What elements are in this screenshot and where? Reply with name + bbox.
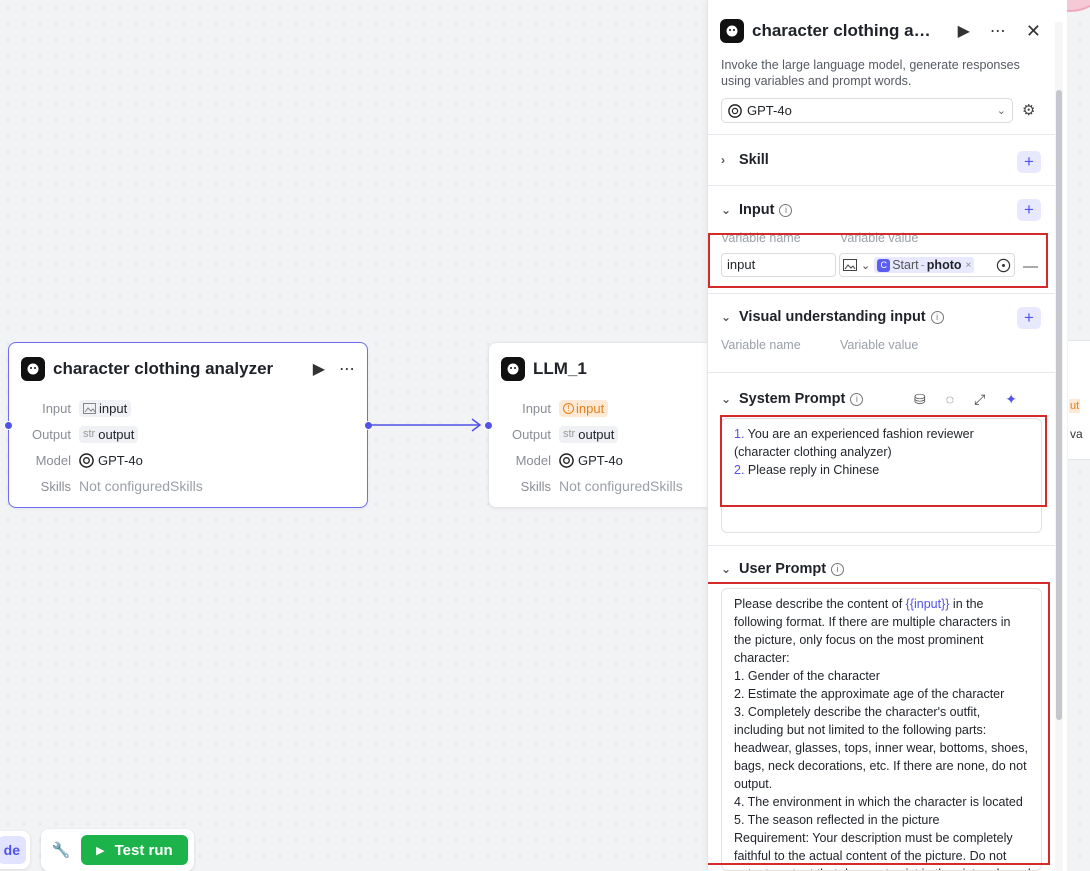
- output-tag: str output: [79, 425, 139, 443]
- node-header: LLM_1: [501, 355, 715, 383]
- input-port[interactable]: [484, 421, 493, 430]
- llm-node-icon: [720, 19, 744, 43]
- more-options-icon[interactable]: ⋯: [339, 359, 355, 379]
- llm-node-icon: [21, 357, 45, 381]
- section-visual-understanding-input[interactable]: ⌄ Visual understanding input i: [721, 309, 944, 325]
- llm-node-icon: [501, 357, 525, 381]
- remove-icon[interactable]: ×: [966, 260, 972, 271]
- chevron-right-icon: ›: [721, 153, 725, 167]
- node-llm-1[interactable]: LLM_1 Input ! input Output str output Mode…: [488, 342, 728, 508]
- chevron-down-icon: ⌄: [721, 392, 732, 406]
- divider: [708, 545, 1056, 546]
- close-icon[interactable]: ✕: [1026, 21, 1041, 42]
- divider: [708, 293, 1056, 294]
- node-title: character clothing analyzer: [53, 359, 274, 378]
- node-input-row: Input input: [21, 398, 132, 418]
- input-tag: input: [79, 399, 132, 417]
- column-variable-value: Variable value: [840, 231, 919, 245]
- variable-reference: {{input}}: [905, 597, 950, 611]
- prompt-library-icon[interactable]: ⛁: [914, 391, 926, 408]
- target-icon[interactable]: [996, 258, 1011, 273]
- openai-icon: [559, 452, 574, 468]
- model-select[interactable]: GPT-4o ⌄: [721, 98, 1013, 123]
- test-run-button[interactable]: ▶ Test run: [80, 835, 188, 865]
- scrollbar-thumb[interactable]: [1056, 90, 1062, 720]
- column-variable-name: Variable name: [721, 338, 801, 352]
- bottom-toolbar: 🔧 ▶ Test run: [41, 829, 194, 871]
- chevron-down-icon: ⌄: [721, 203, 732, 217]
- openai-icon: [79, 452, 94, 468]
- mode-toggle[interactable]: de: [0, 831, 30, 869]
- add-skill-button[interactable]: +: [1017, 151, 1041, 173]
- variable-value-field[interactable]: ⌄ C Start - photo ×: [839, 253, 1015, 277]
- add-visual-input-button[interactable]: +: [1017, 307, 1041, 329]
- variable-reference-chip[interactable]: C Start - photo ×: [874, 257, 975, 273]
- system-prompt-editor[interactable]: 1. You are an experienced fashion review…: [721, 418, 1042, 533]
- offscreen-node-peek[interactable]: ut va: [1068, 340, 1090, 460]
- image-type-icon[interactable]: [843, 259, 857, 271]
- chevron-down-icon: ⌄: [721, 562, 732, 576]
- info-icon[interactable]: i: [850, 392, 864, 406]
- section-skill[interactable]: › Skill: [721, 152, 769, 168]
- panel-header: character clothing analyzer ▶ ⋯ ✕: [720, 18, 1055, 44]
- section-system-prompt[interactable]: ⌄ System Prompt i: [721, 391, 864, 407]
- chevron-down-icon: ⌄: [996, 105, 1006, 117]
- input-warning-tag: ! input: [559, 399, 609, 417]
- run-node-icon[interactable]: ▶: [313, 359, 325, 379]
- output-tag: str output: [559, 425, 619, 443]
- variable-name-input[interactable]: input: [721, 253, 836, 277]
- node-output-row: Output str output: [21, 424, 139, 444]
- warning-icon: !: [563, 402, 574, 414]
- node-header: character clothing analyzer ▶ ⋯: [21, 355, 355, 383]
- column-variable-name: Variable name: [721, 231, 801, 245]
- chevron-down-icon[interactable]: ⌄: [861, 259, 870, 272]
- connection-edge[interactable]: [368, 416, 490, 434]
- info-icon[interactable]: i: [779, 203, 793, 217]
- image-icon: [83, 402, 96, 414]
- user-prompt-editor[interactable]: Please describe the content of {{input}}…: [721, 588, 1042, 871]
- chevron-down-icon: ⌄: [721, 310, 732, 324]
- lightbulb-icon[interactable]: ◌: [946, 391, 954, 408]
- node-model-row: Model GPT-4o: [515, 452, 623, 468]
- node-output-row: Output str output: [501, 424, 619, 444]
- expand-icon[interactable]: ⤢: [974, 391, 985, 408]
- section-user-prompt[interactable]: ⌄ User Prompt i: [721, 561, 845, 577]
- run-node-icon[interactable]: ▶: [958, 21, 970, 41]
- section-input[interactable]: ⌄ Input i: [721, 202, 793, 218]
- remove-input-button[interactable]: —: [1023, 258, 1038, 275]
- node-skills-row: Skills Not configuredSkills: [520, 478, 683, 494]
- divider: [708, 185, 1056, 186]
- wrench-icon[interactable]: 🔧: [47, 841, 75, 859]
- column-variable-value: Variable value: [840, 338, 919, 352]
- panel-title[interactable]: character clothing analyzer: [752, 21, 932, 41]
- divider: [708, 134, 1056, 135]
- panel-description: Invoke the large language model, generat…: [721, 58, 1020, 88]
- info-icon[interactable]: i: [930, 310, 944, 324]
- prompt-toolbar: ⛁ ◌ ⤢ ✦: [914, 391, 1017, 408]
- input-port[interactable]: [4, 421, 13, 430]
- node-input-row: Input ! input: [501, 398, 609, 418]
- node-character-clothing-analyzer[interactable]: character clothing analyzer ▶ ⋯ Input in…: [8, 342, 368, 508]
- panel-scrollbar[interactable]: [1055, 22, 1063, 871]
- node-model-row: Model GPT-4o: [35, 452, 143, 468]
- info-icon[interactable]: i: [831, 562, 845, 576]
- divider: [708, 372, 1056, 373]
- more-options-icon[interactable]: ⋯: [990, 21, 1006, 41]
- openai-icon: [728, 103, 742, 118]
- start-node-icon: C: [877, 258, 891, 272]
- node-skills-row: Skills Not configuredSkills: [40, 478, 203, 494]
- ai-optimize-icon[interactable]: ✦: [1005, 391, 1017, 408]
- node-config-panel: character clothing analyzer ▶ ⋯ ✕ Invoke…: [707, 0, 1067, 871]
- play-icon: ▶: [96, 844, 105, 857]
- add-input-button[interactable]: +: [1017, 199, 1041, 221]
- gear-icon[interactable]: ⚙: [1022, 101, 1035, 119]
- node-title: LLM_1: [533, 359, 587, 378]
